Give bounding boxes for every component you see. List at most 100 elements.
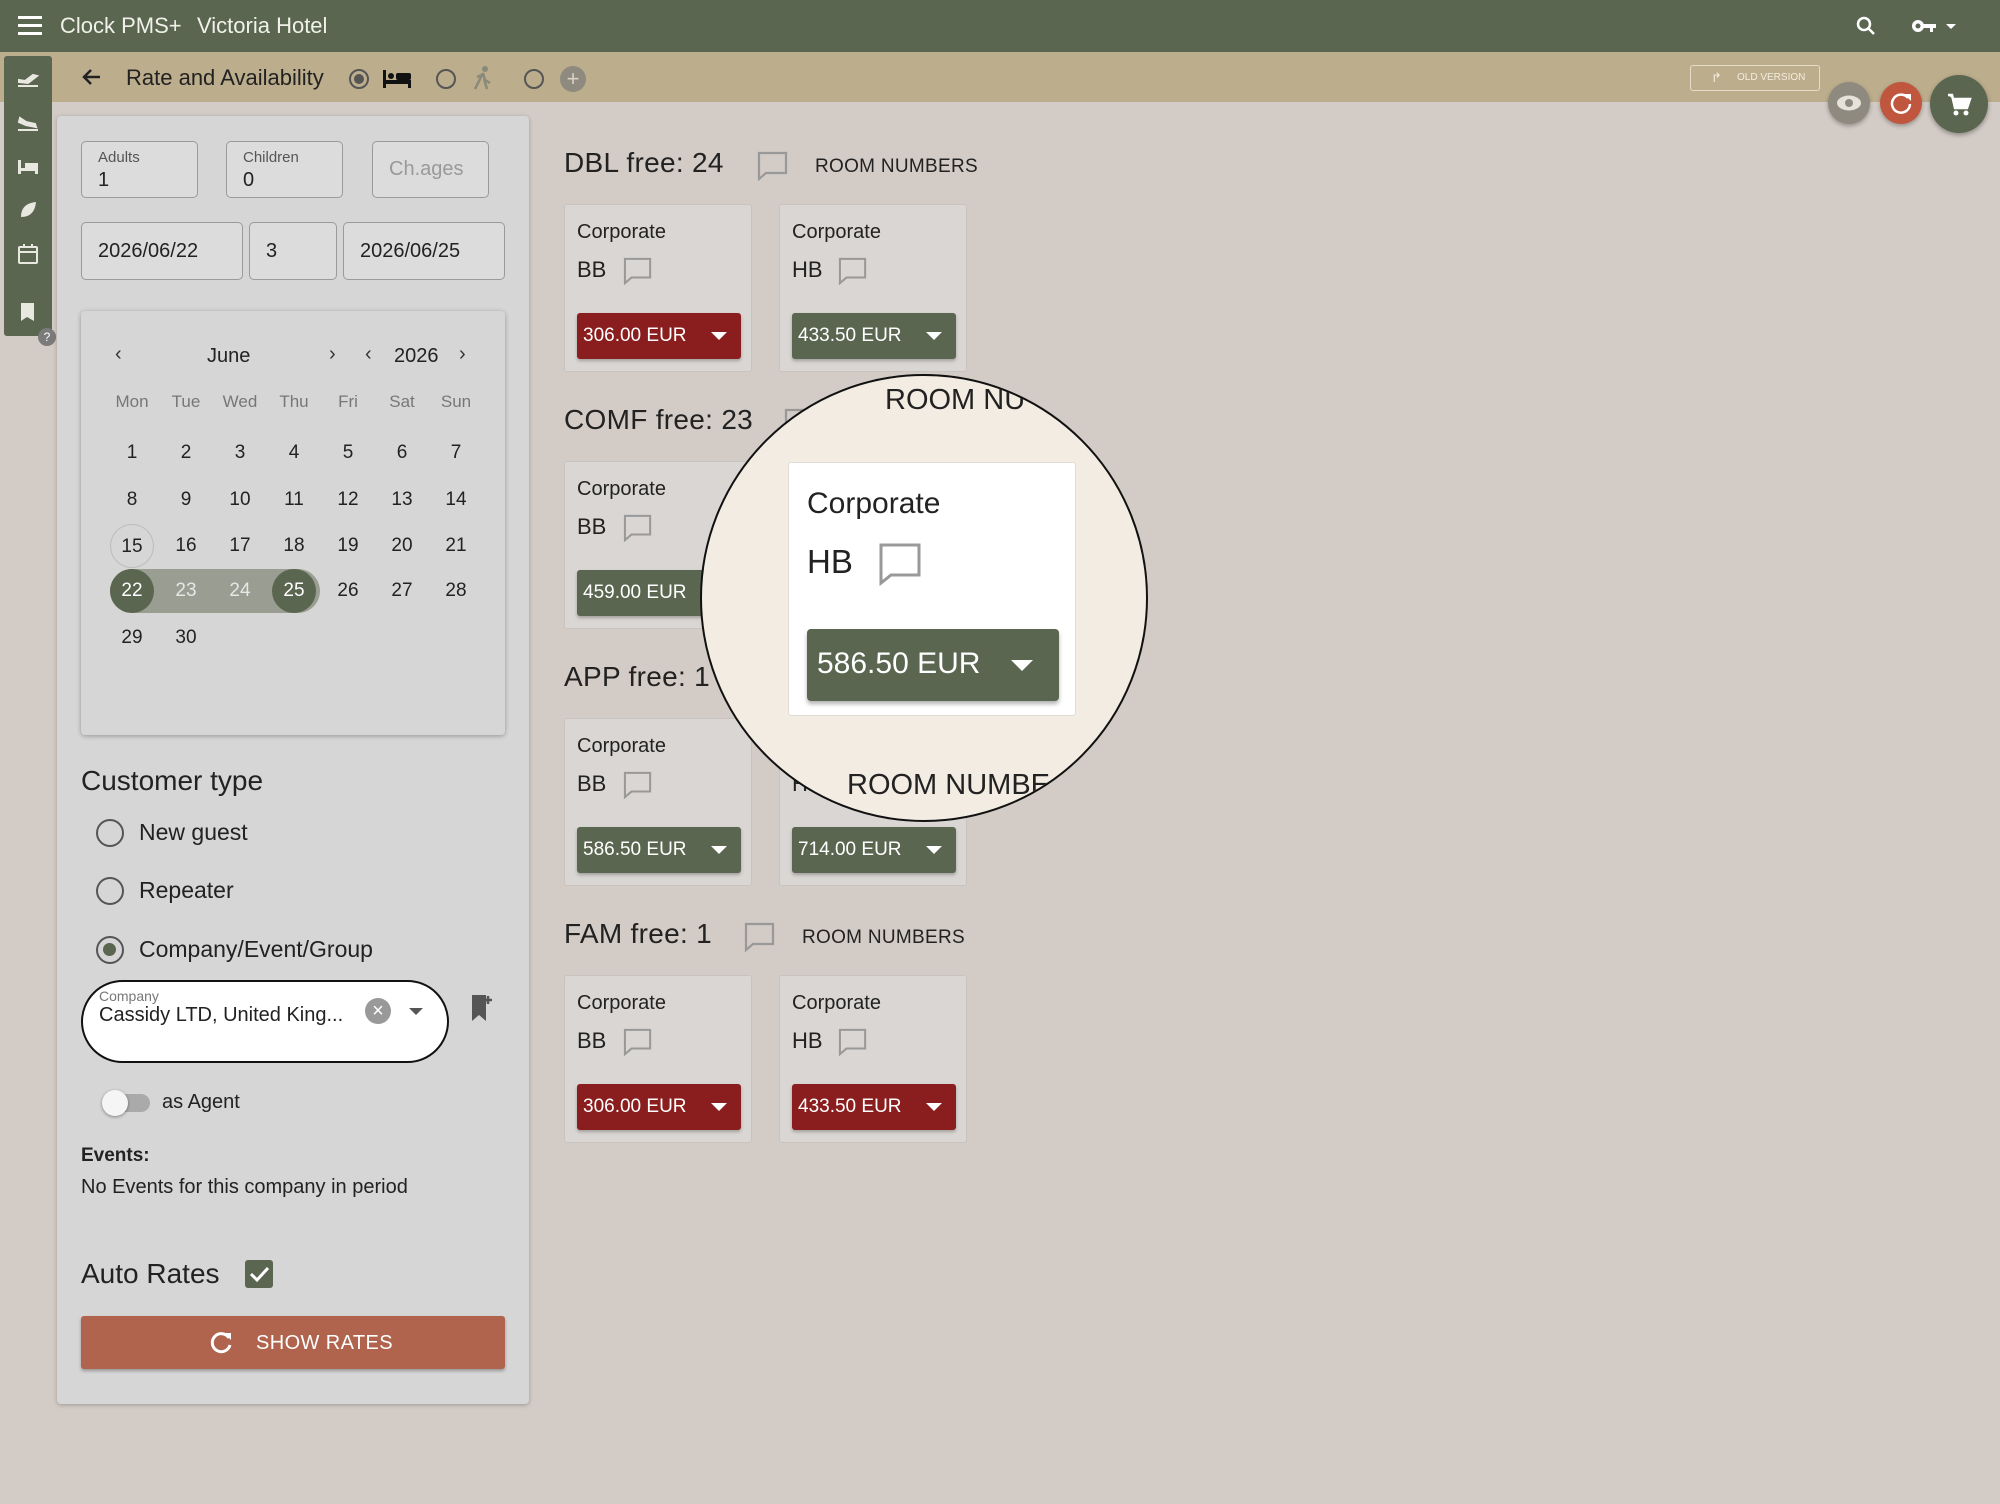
calendar-day[interactable]: 20 xyxy=(380,524,424,568)
comment-icon[interactable] xyxy=(838,257,868,290)
auto-rates-checkbox[interactable] xyxy=(245,1260,273,1288)
comment-icon[interactable] xyxy=(623,257,653,290)
as-agent-toggle[interactable] xyxy=(102,1090,150,1116)
search-icon[interactable] xyxy=(1854,14,1878,38)
weekday-thu: Thu xyxy=(279,392,309,411)
nights-value: 3 xyxy=(266,240,278,262)
price-button[interactable]: 714.00 EUR xyxy=(792,827,956,873)
price-button[interactable]: 586.50 EUR xyxy=(577,827,741,873)
magnified-price-button[interactable]: 586.50 EUR xyxy=(807,629,1059,701)
calendar-day[interactable]: 7 xyxy=(434,431,478,475)
price-value: 714.00 EUR xyxy=(798,839,902,860)
page-title: Rate and Availability xyxy=(126,65,324,90)
hotel-bed-icon[interactable] xyxy=(16,154,40,178)
next-year-icon[interactable]: › xyxy=(459,343,466,366)
bookmark-add-icon[interactable] xyxy=(470,993,494,1023)
departure-date-field[interactable]: 2026/06/25 xyxy=(343,222,505,280)
calendar-day[interactable]: 8 xyxy=(110,478,154,522)
clear-icon[interactable]: × xyxy=(365,998,391,1024)
radio-walkin-mode[interactable] xyxy=(436,69,456,89)
radio-room-mode[interactable] xyxy=(349,69,369,89)
calendar-day[interactable]: 30 xyxy=(164,616,208,660)
eye-button[interactable] xyxy=(1828,82,1870,124)
calendar-day[interactable]: 2 xyxy=(164,431,208,475)
old-version-button[interactable]: ↱ OLD VERSION xyxy=(1690,65,1820,91)
calendar-day[interactable]: 26 xyxy=(326,569,370,613)
price-button[interactable]: 306.00 EUR xyxy=(577,313,741,359)
cart-button[interactable] xyxy=(1930,75,1988,133)
price-button[interactable]: 433.50 EUR xyxy=(792,313,956,359)
room-numbers-link[interactable]: ROOM NUMBERS xyxy=(802,927,965,949)
customer-type-radio[interactable] xyxy=(96,877,124,905)
calendar-day[interactable]: 29 xyxy=(110,616,154,660)
calendar-day[interactable]: 6 xyxy=(380,431,424,475)
prev-year-icon[interactable]: ‹ xyxy=(365,343,372,366)
show-rates-button[interactable]: SHOW RATES xyxy=(81,1316,505,1369)
month-label[interactable]: June xyxy=(207,345,250,368)
price-button[interactable]: 306.00 EUR xyxy=(577,1084,741,1130)
year-label[interactable]: 2026 xyxy=(394,345,439,368)
next-month-icon[interactable]: › xyxy=(329,343,336,366)
comment-icon[interactable] xyxy=(744,922,776,957)
calendar-day[interactable]: 28 xyxy=(434,569,478,613)
calendar-day[interactable]: 27 xyxy=(380,569,424,613)
arrival-date-field[interactable]: 2026/06/22 xyxy=(81,222,243,280)
calendar-day[interactable]: 18 xyxy=(272,524,316,568)
arrival-date: 2026/06/22 xyxy=(98,240,199,262)
prev-month-icon[interactable]: ‹ xyxy=(115,343,122,366)
departure-icon[interactable] xyxy=(16,66,40,90)
hotel-name[interactable]: Victoria Hotel xyxy=(197,13,327,39)
calendar-icon[interactable] xyxy=(16,242,40,266)
calendar-day[interactable]: 21 xyxy=(434,524,478,568)
customer-type-label[interactable]: Repeater xyxy=(139,877,234,904)
customer-type-label[interactable]: New guest xyxy=(139,819,248,846)
comment-icon[interactable] xyxy=(623,771,653,804)
children-field[interactable]: Children 0 xyxy=(226,141,343,198)
refresh-button[interactable] xyxy=(1880,82,1922,124)
calendar-day[interactable]: 9 xyxy=(164,478,208,522)
comment-icon[interactable] xyxy=(623,514,653,547)
calendar-day[interactable]: 1 xyxy=(110,431,154,475)
company-field[interactable]: Company Cassidy LTD, United King... × xyxy=(81,980,449,1063)
arrival-icon[interactable] xyxy=(16,110,40,134)
comment-icon[interactable] xyxy=(877,541,923,587)
top-app-bar: Clock PMS+ Victoria Hotel xyxy=(0,0,2000,52)
calendar-day[interactable]: 11 xyxy=(272,478,316,522)
calendar-day[interactable]: 10 xyxy=(218,478,262,522)
dropdown-arrow-icon[interactable] xyxy=(409,1008,423,1015)
customer-type-radio[interactable] xyxy=(96,936,124,964)
calendar-day[interactable]: 23 xyxy=(164,569,208,613)
children-ages-field[interactable]: Ch.ages xyxy=(372,141,489,198)
adults-field[interactable]: Adults 1 xyxy=(81,141,198,198)
magnified-meal-plan: HB xyxy=(807,543,853,580)
room-numbers-link[interactable]: ROOM NUMBERS xyxy=(815,156,978,178)
key-icon[interactable] xyxy=(1910,14,1960,38)
help-icon[interactable]: ? xyxy=(38,328,56,346)
book-icon[interactable] xyxy=(16,300,40,324)
calendar-day[interactable]: 5 xyxy=(326,431,370,475)
calendar-day[interactable]: 14 xyxy=(434,478,478,522)
radio-extra-mode[interactable] xyxy=(524,69,544,89)
leaf-icon[interactable] xyxy=(16,198,40,222)
calendar-day[interactable]: 4 xyxy=(272,431,316,475)
comment-icon[interactable] xyxy=(757,151,789,186)
calendar-day[interactable]: 12 xyxy=(326,478,370,522)
rate-card: Corporate HB 433.50 EUR xyxy=(779,975,967,1143)
back-arrow-icon[interactable] xyxy=(80,65,104,89)
nights-field[interactable]: 3 xyxy=(249,222,337,280)
calendar-day[interactable]: 3 xyxy=(218,431,262,475)
calendar-day[interactable]: 25 xyxy=(272,569,316,613)
calendar-day[interactable]: 24 xyxy=(218,569,262,613)
calendar-day[interactable]: 17 xyxy=(218,524,262,568)
calendar-day[interactable]: 19 xyxy=(326,524,370,568)
comment-icon[interactable] xyxy=(838,1028,868,1061)
comment-icon[interactable] xyxy=(623,1028,653,1061)
menu-icon[interactable] xyxy=(18,16,42,36)
calendar-day[interactable]: 22 xyxy=(110,569,154,613)
calendar-day[interactable]: 15 xyxy=(110,524,154,568)
price-button[interactable]: 433.50 EUR xyxy=(792,1084,956,1130)
calendar-day[interactable]: 16 xyxy=(164,524,208,568)
calendar-day[interactable]: 13 xyxy=(380,478,424,522)
customer-type-label[interactable]: Company/Event/Group xyxy=(139,936,373,963)
customer-type-radio[interactable] xyxy=(96,819,124,847)
